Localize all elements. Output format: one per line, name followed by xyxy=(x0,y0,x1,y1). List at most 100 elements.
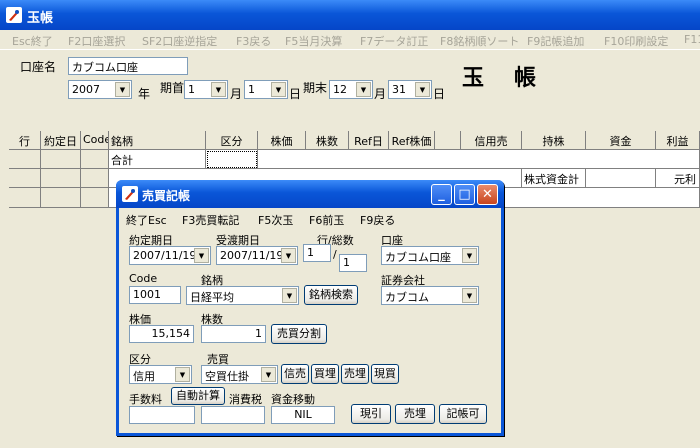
trade-select[interactable]: 空買仕掛 ▼ xyxy=(201,365,278,384)
close-icon: ✕ xyxy=(482,187,493,202)
grid-cell[interactable] xyxy=(41,150,81,169)
sell-close-button[interactable]: 売埋 xyxy=(341,364,369,384)
menu-esc-quit[interactable]: Esc終了 xyxy=(12,33,53,49)
type-select[interactable]: 信用 ▼ xyxy=(129,365,192,384)
start-month-select[interactable]: 1 ▼ xyxy=(184,80,228,99)
col-header-profit[interactable]: 利益 xyxy=(656,131,700,150)
fee-label: 手数料 xyxy=(129,393,162,406)
col-header-trade-date[interactable]: 約定日 xyxy=(41,131,81,150)
end-month-value: 12 xyxy=(333,83,347,96)
fee-input[interactable] xyxy=(129,406,195,424)
col-header-holdings[interactable]: 持株 xyxy=(522,131,586,150)
end-month-select[interactable]: 12 ▼ xyxy=(329,80,373,99)
minimize-icon: _ xyxy=(438,187,445,202)
split-trade-button[interactable]: 売買分割 xyxy=(271,324,327,344)
title-bar: 玉帳 xyxy=(0,0,700,30)
col-header-qty[interactable]: 株数 xyxy=(306,131,349,150)
auto-calc-button[interactable]: 自動計算 xyxy=(171,387,225,405)
account-value: カブコム口座 xyxy=(385,251,451,264)
col-header-stock[interactable]: 銘柄 xyxy=(109,131,206,150)
fund-move-label: 資金移動 xyxy=(271,393,315,406)
post-entry-button[interactable]: 記帳可 xyxy=(439,404,487,424)
grid-cell-principal[interactable]: 元利 xyxy=(656,169,700,188)
menu-f5-settle[interactable]: F5当月決算 xyxy=(285,33,342,49)
col-header-margin-sell[interactable]: 信用売 xyxy=(461,131,522,150)
fund-move-input[interactable]: NIL xyxy=(271,406,335,424)
trade-date-select[interactable]: 2007/11/19 ▼ xyxy=(129,246,211,265)
stock-search-button[interactable]: 銘柄検索 xyxy=(304,285,358,305)
chevron-down-icon: ▼ xyxy=(462,288,477,303)
margin-sell-button[interactable]: 信売 xyxy=(281,364,309,384)
grid-cell-selected[interactable] xyxy=(206,150,258,169)
grid-cell-stock-funds[interactable]: 株式資金計 xyxy=(522,169,586,188)
col-header-price[interactable]: 株価 xyxy=(258,131,306,150)
start-day-label: 日 xyxy=(289,87,302,101)
col-header-blank[interactable] xyxy=(435,131,461,150)
qty-input[interactable]: 1 xyxy=(201,325,266,343)
dialog-menu-quit[interactable]: 終了Esc xyxy=(126,212,167,228)
menu-f8-sort[interactable]: F8銘柄順ソート xyxy=(440,33,519,49)
grid-cell[interactable] xyxy=(81,169,109,188)
grid-cell[interactable] xyxy=(41,188,81,208)
trade-entry-dialog: 売買記帳 _ □ ✕ 終了Esc F3売買転記 F5次玉 F6前玉 F9戻る 約… xyxy=(116,180,504,436)
price-input[interactable]: 15,154 xyxy=(129,325,194,343)
menu-f10-print[interactable]: F10印刷設定 xyxy=(604,33,668,49)
col-header-code[interactable]: Code xyxy=(81,131,109,150)
stock-name-select[interactable]: 日経平均 ▼ xyxy=(186,286,299,305)
settle-date-select[interactable]: 2007/11/19 ▼ xyxy=(216,246,298,265)
chevron-down-icon: ▼ xyxy=(356,82,371,97)
end-label: 期末 xyxy=(303,81,328,95)
grid-cell[interactable] xyxy=(9,169,41,188)
year-select[interactable]: 2007 ▼ xyxy=(68,80,132,99)
chevron-down-icon: ▼ xyxy=(175,367,190,382)
maximize-icon: □ xyxy=(458,187,471,202)
broker-select[interactable]: カブコム ▼ xyxy=(381,286,479,305)
end-month-label: 月 xyxy=(374,87,387,101)
buy-close-button[interactable]: 買埋 xyxy=(311,364,339,384)
app-icon xyxy=(122,186,138,202)
menu-sf2-account-reverse[interactable]: SF2口座逆指定 xyxy=(142,33,217,49)
menu-f3-back[interactable]: F3戻る xyxy=(236,33,271,49)
grid-cell-total[interactable]: 合計 xyxy=(109,150,206,169)
grid-row-rest[interactable] xyxy=(258,150,700,169)
grid-cell[interactable] xyxy=(81,150,109,169)
start-month-value: 1 xyxy=(188,83,195,96)
end-day-select[interactable]: 31 ▼ xyxy=(388,80,432,99)
sell-button[interactable]: 売埋 xyxy=(395,404,435,424)
dialog-menu-back[interactable]: F9戻る xyxy=(360,212,395,228)
grid-cell[interactable] xyxy=(586,169,656,188)
grid-cell[interactable] xyxy=(9,188,41,208)
account-select[interactable]: カブコム口座 ▼ xyxy=(381,246,479,265)
account-name-input[interactable]: カブコム口座 xyxy=(68,57,188,75)
col-header-ref-price[interactable]: Ref株価 xyxy=(389,131,435,150)
menu-f2-account[interactable]: F2口座選択 xyxy=(68,33,125,49)
dialog-menu-next[interactable]: F5次玉 xyxy=(258,212,293,228)
grid-cell[interactable] xyxy=(9,150,41,169)
col-header-funds[interactable]: 資金 xyxy=(586,131,656,150)
dialog-menu-prev[interactable]: F6前玉 xyxy=(309,212,344,228)
stock-name-value: 日経平均 xyxy=(190,291,234,304)
dialog-menu-transfer[interactable]: F3売買転記 xyxy=(182,212,239,228)
menu-f9-add[interactable]: F9記帳追加 xyxy=(527,33,584,49)
start-day-select[interactable]: 1 ▼ xyxy=(244,80,288,99)
spot-buy-button[interactable]: 現買 xyxy=(371,364,399,384)
row-input[interactable]: 1 xyxy=(303,244,331,262)
menu-f11[interactable]: F11 xyxy=(684,33,700,46)
total-input[interactable]: 1 xyxy=(339,254,367,272)
chevron-down-icon: ▼ xyxy=(281,248,296,263)
col-header-row[interactable]: 行 xyxy=(9,131,41,150)
minimize-button[interactable]: _ xyxy=(431,184,452,205)
menu-f7-correct[interactable]: F7データ訂正 xyxy=(360,33,428,49)
tax-input[interactable] xyxy=(201,406,265,424)
code-input[interactable]: 1001 xyxy=(129,286,181,304)
close-button[interactable]: ✕ xyxy=(477,184,498,205)
type-value: 信用 xyxy=(133,370,155,383)
grid-cell[interactable] xyxy=(41,169,81,188)
col-header-type[interactable]: 区分 xyxy=(206,131,258,150)
account-name-label: 口座名 xyxy=(20,60,57,74)
chevron-down-icon: ▼ xyxy=(211,82,226,97)
grid-cell[interactable] xyxy=(81,188,109,208)
spot-pull-button[interactable]: 現引 xyxy=(351,404,391,424)
col-header-ref-date[interactable]: Ref日 xyxy=(349,131,389,150)
maximize-button[interactable]: □ xyxy=(454,184,475,205)
